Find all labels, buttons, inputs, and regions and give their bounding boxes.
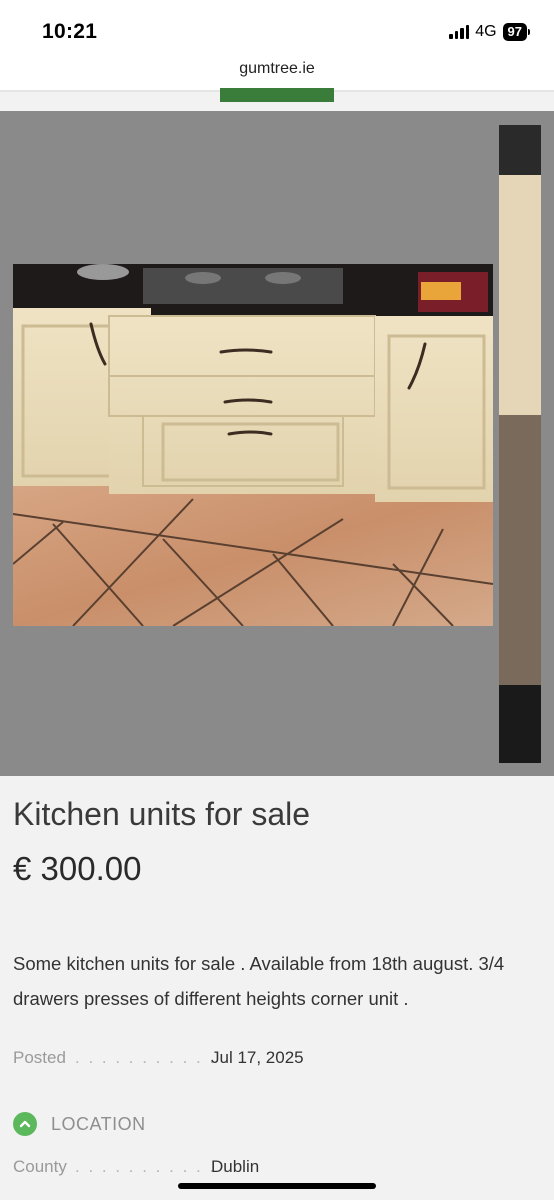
kitchen-photo-image [13,264,493,626]
county-row: County . . . . . . . . . . . . Dublin [13,1157,541,1181]
status-indicators: 4G 97 [449,23,530,41]
url-text: gumtree.ie [239,60,315,77]
address-bar[interactable]: gumtree.ie [0,56,554,92]
posted-row: Posted . . . . . . . . . . . . Jul 17, 2… [13,1048,541,1072]
listing-photo[interactable] [13,264,493,626]
battery-level: 97 [502,23,527,41]
home-indicator[interactable] [178,1183,376,1189]
location-header: LOCATION [51,1113,146,1134]
status-bar: 10:21 4G 97 [0,0,554,56]
listing-price: € 300.00 [13,850,142,887]
listing-description: Some kitchen units for sale . Available … [13,953,505,1009]
battery-icon: 97 [502,23,530,41]
posted-date: Jul 17, 2025 [211,1048,304,1067]
posted-label: Posted [13,1048,66,1067]
status-time: 10:21 [42,20,98,43]
next-photo-preview[interactable] [499,125,541,763]
chevron-up-icon[interactable] [13,1112,37,1136]
location-section-toggle[interactable]: LOCATION [13,1112,146,1136]
next-photo-image [499,125,541,763]
county-value: Dublin [211,1157,260,1176]
listing-title: Kitchen units for sale [13,796,311,832]
leader-dots: . . . . . . . . . . . . [75,1157,230,1176]
listing-details: Kitchen units for sale € 300.00 Some kit… [0,776,554,1200]
county-label: County [13,1157,67,1176]
image-gallery[interactable] [0,111,554,776]
contact-button[interactable] [220,88,334,102]
leader-dots: . . . . . . . . . . . . [75,1048,230,1067]
signal-icon [449,25,470,39]
network-type: 4G [475,23,497,40]
